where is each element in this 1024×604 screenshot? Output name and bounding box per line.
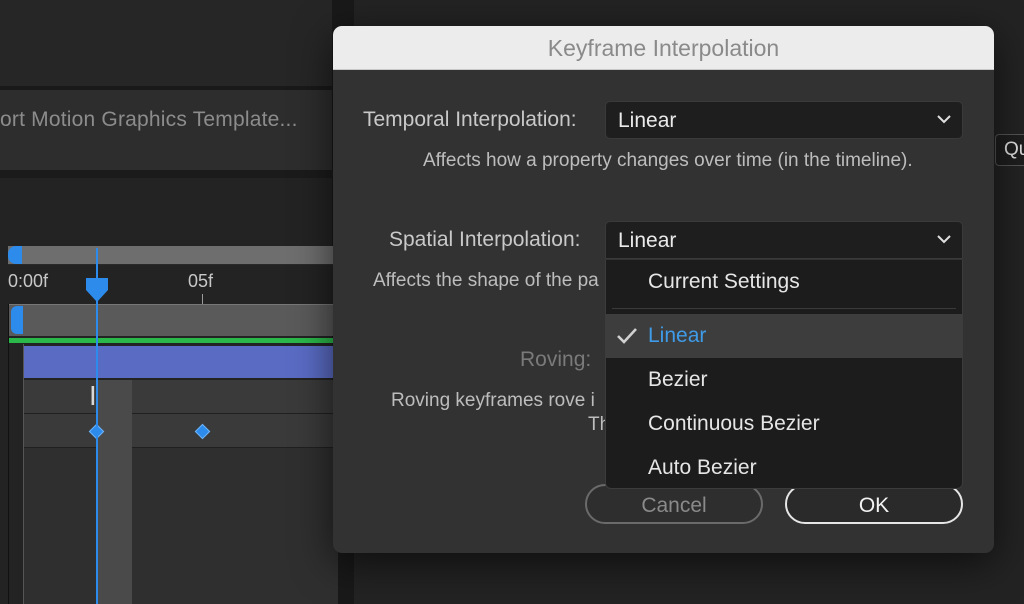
dialog-title: Keyframe Interpolation (547, 35, 780, 61)
divider (23, 344, 24, 604)
spatial-interpolation-label: Spatial Interpolation: (389, 228, 581, 251)
menu-item-label: Linear (648, 324, 707, 347)
spatial-interpolation-description: Affects the shape of the pa (373, 270, 599, 291)
dialog-titlebar[interactable]: Keyframe Interpolation (333, 26, 994, 70)
spatial-interpolation-select[interactable]: Linear (605, 221, 963, 259)
render-status-bar (8, 338, 338, 343)
spatial-interpolation-value: Linear (618, 229, 677, 252)
checkmark-icon (617, 328, 637, 344)
time-navigator-start-handle[interactable] (11, 306, 23, 334)
temporal-interpolation-value: Linear (618, 109, 677, 132)
cancel-button[interactable]: Cancel (585, 484, 763, 524)
time-ruler[interactable]: 0:00f 05f (8, 264, 338, 304)
work-area-bar[interactable] (8, 246, 338, 264)
current-frame-highlight (98, 380, 132, 604)
ruler-label-start: 0:00f (8, 271, 49, 291)
time-navigator[interactable] (8, 304, 338, 336)
menu-item-continuous-bezier[interactable]: Continuous Bezier (606, 402, 962, 446)
top-left-panel (0, 0, 332, 86)
app-window: ort Motion Graphics Template... 0:00f 05… (0, 0, 1024, 604)
menu-item-linear[interactable]: Linear (606, 314, 962, 358)
spatial-interpolation-menu: Current Settings Linear Bezier Continuou… (605, 260, 963, 489)
playhead-icon[interactable] (86, 278, 108, 302)
menu-item-current-settings[interactable]: Current Settings (606, 260, 962, 304)
menu-item-auto-bezier[interactable]: Auto Bezier (606, 446, 962, 490)
divider (8, 304, 9, 604)
layer-duration-bar[interactable] (24, 346, 338, 378)
right-panel (990, 125, 1024, 604)
chevron-down-icon (937, 235, 951, 244)
panel-divider (0, 170, 350, 178)
temporal-interpolation-description: Affects how a property changes over time… (423, 150, 913, 171)
property-row (24, 448, 338, 604)
chevron-down-icon (937, 115, 951, 124)
ruler-label-05f: 05f (188, 271, 214, 291)
menu-item-bezier[interactable]: Bezier (606, 358, 962, 402)
temporal-interpolation-select[interactable]: Linear (605, 101, 963, 139)
ruler-tick (202, 294, 203, 304)
roving-description: Roving keyframes rove i (391, 390, 595, 411)
quality-dropdown[interactable]: Qu (995, 134, 1024, 166)
property-row[interactable] (24, 414, 338, 448)
property-row[interactable] (24, 380, 338, 414)
export-motion-graphics-template-label[interactable]: ort Motion Graphics Template... (0, 108, 332, 132)
menu-separator (612, 308, 956, 309)
roving-label: Roving: (520, 348, 592, 371)
work-area-start-handle[interactable] (8, 246, 22, 264)
ok-button[interactable]: OK (785, 484, 963, 524)
temporal-interpolation-label: Temporal Interpolation: (363, 108, 577, 131)
